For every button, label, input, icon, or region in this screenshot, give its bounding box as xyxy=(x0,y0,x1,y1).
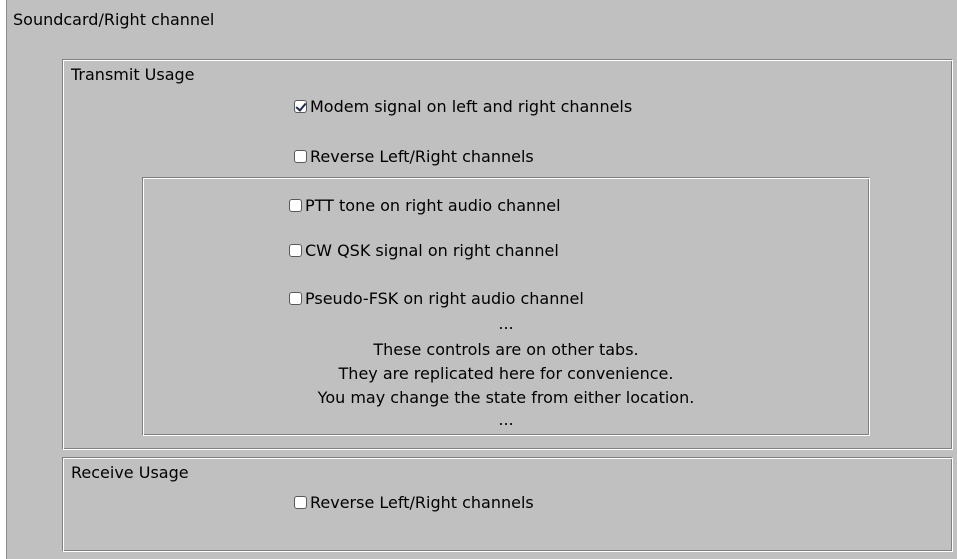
receive-usage-label: Receive Usage xyxy=(71,463,189,482)
receive-reverse-channels-checkbox[interactable] xyxy=(294,496,307,509)
cw-qsk-checkbox-row[interactable]: CW QSK signal on right channel xyxy=(289,241,559,260)
receive-reverse-channels-checkbox-row[interactable]: Reverse Left/Right channels xyxy=(294,493,534,512)
replicated-controls-group: PTT tone on right audio channel CW QSK s… xyxy=(142,177,870,436)
transmit-reverse-channels-label[interactable]: Reverse Left/Right channels xyxy=(310,147,534,166)
receive-usage-group: Receive Usage Reverse Left/Right channel… xyxy=(62,457,953,552)
ptt-tone-checkbox-row[interactable]: PTT tone on right audio channel xyxy=(289,196,561,215)
cw-qsk-checkbox[interactable] xyxy=(289,244,302,257)
receive-reverse-channels-label[interactable]: Reverse Left/Right channels xyxy=(310,493,534,512)
soundcard-right-channel-panel: Soundcard/Right channel Transmit Usage M… xyxy=(6,0,957,559)
pseudo-fsk-label[interactable]: Pseudo-FSK on right audio channel xyxy=(305,289,584,308)
panel-title: Soundcard/Right channel xyxy=(13,10,215,29)
ptt-tone-checkbox[interactable] xyxy=(289,199,302,212)
note-line-2: They are replicated here for convenience… xyxy=(338,364,674,383)
note-line-3: You may change the state from either loc… xyxy=(317,388,695,407)
pseudo-fsk-checkbox[interactable] xyxy=(289,292,302,305)
cw-qsk-label[interactable]: CW QSK signal on right channel xyxy=(305,241,559,260)
note-line-1: These controls are on other tabs. xyxy=(373,340,639,359)
transmit-usage-group: Transmit Usage Modem signal on left and … xyxy=(62,59,953,450)
transmit-reverse-channels-checkbox[interactable] xyxy=(294,150,307,163)
pseudo-fsk-checkbox-row[interactable]: Pseudo-FSK on right audio channel xyxy=(289,289,584,308)
transmit-reverse-channels-checkbox-row[interactable]: Reverse Left/Right channels xyxy=(294,147,534,166)
modem-signal-both-channels-checkbox[interactable] xyxy=(294,100,307,113)
note-ellipsis-top: ... xyxy=(498,314,514,333)
note-ellipsis-bottom: ... xyxy=(498,410,514,429)
modem-signal-both-channels-label[interactable]: Modem signal on left and right channels xyxy=(310,97,632,116)
transmit-usage-label: Transmit Usage xyxy=(71,65,195,84)
ptt-tone-label[interactable]: PTT tone on right audio channel xyxy=(305,196,561,215)
modem-signal-both-channels-checkbox-row[interactable]: Modem signal on left and right channels xyxy=(294,97,632,116)
